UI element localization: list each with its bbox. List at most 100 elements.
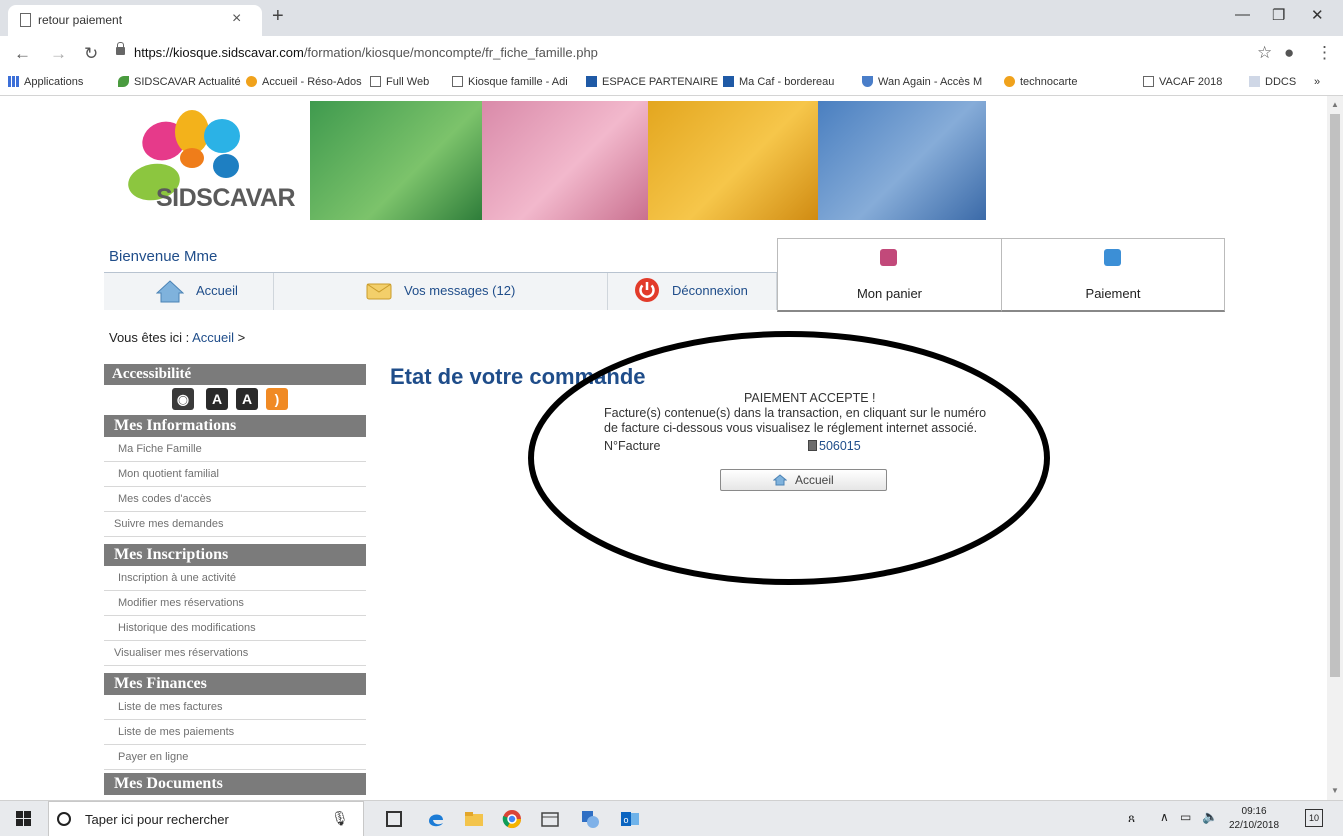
my-registrations-header: Mes Inscriptions bbox=[104, 544, 366, 566]
file-explorer-icon[interactable] bbox=[464, 809, 484, 829]
microphone-icon[interactable]: 🎙 bbox=[331, 810, 349, 827]
site-icon bbox=[723, 76, 734, 87]
sidebar-item-requests[interactable]: Suivre mes demandes bbox=[104, 512, 366, 537]
document-icon bbox=[1143, 76, 1154, 87]
document-icon bbox=[452, 76, 463, 87]
scroll-thumb[interactable] bbox=[1330, 114, 1340, 677]
sidebar-item-access-codes[interactable]: Mes codes d'accès bbox=[104, 487, 366, 512]
site-icon bbox=[862, 76, 873, 87]
bookmark-item[interactable]: Kiosque famille - Adi bbox=[452, 76, 568, 88]
url-field[interactable]: https://kiosque.sidscavar.com/formation/… bbox=[134, 45, 598, 60]
bookmark-item[interactable]: Applications bbox=[8, 76, 83, 88]
scroll-up-icon[interactable]: ▲ bbox=[1331, 100, 1339, 109]
breadcrumb-home-link[interactable]: Accueil bbox=[192, 330, 234, 345]
site-icon bbox=[1249, 76, 1260, 87]
my-finances-header: Mes Finances bbox=[104, 673, 366, 695]
bookmark-item[interactable]: Full Web bbox=[370, 76, 429, 88]
bookmarks-overflow[interactable]: » bbox=[1314, 76, 1320, 88]
site-logo[interactable]: SIDSCAVAR bbox=[104, 96, 312, 232]
cortana-icon bbox=[57, 812, 71, 826]
window-app-icon[interactable] bbox=[540, 809, 560, 829]
bookmark-item[interactable]: VACAF 2018 bbox=[1143, 76, 1222, 88]
forward-icon[interactable]: → bbox=[50, 44, 67, 64]
notification-icon[interactable]: 10 bbox=[1305, 809, 1323, 827]
svg-text:o: o bbox=[623, 815, 628, 825]
back-icon[interactable]: ← bbox=[14, 44, 31, 64]
sidebar-item-invoices[interactable]: Liste de mes factures bbox=[104, 695, 366, 720]
sidebar-item-payments[interactable]: Liste de mes paiements bbox=[104, 720, 366, 745]
sidebar-item-view-reservations[interactable]: Visualiser mes réservations bbox=[104, 641, 366, 666]
sidebar-item-edit-reservations[interactable]: Modifier mes réservations bbox=[104, 591, 366, 616]
banner-photo-seniors bbox=[818, 101, 986, 220]
sidebar-item-family-file[interactable]: Ma Fiche Famille bbox=[104, 437, 366, 462]
network-icon[interactable]: ▭ bbox=[1180, 810, 1191, 824]
bookmark-item[interactable]: Ma Caf - bordereau bbox=[723, 76, 834, 88]
document-icon bbox=[20, 13, 31, 27]
accessibility-header: Accessibilité bbox=[104, 364, 366, 385]
bookmark-item[interactable]: Wan Again - Accès M bbox=[862, 76, 982, 88]
profile-icon[interactable]: ● bbox=[1284, 43, 1294, 63]
banner-photo-family bbox=[482, 101, 648, 220]
bookmark-item[interactable]: Accueil - Réso-Ados bbox=[246, 76, 362, 88]
tray-chevron-icon[interactable]: ∧ bbox=[1160, 810, 1169, 824]
edge-icon[interactable] bbox=[426, 809, 446, 829]
page-scrollbar[interactable]: ▲ ▼ bbox=[1327, 96, 1343, 800]
tab-close-icon[interactable]: × bbox=[232, 10, 241, 28]
font-decrease-icon[interactable]: A bbox=[206, 388, 228, 410]
browser-tab-strip: retour paiement × + — ❐ ✕ bbox=[0, 0, 1343, 36]
taskbar-search[interactable]: Taper ici pour rechercher 🎙 bbox=[48, 801, 364, 836]
windows-start-icon[interactable] bbox=[16, 811, 31, 826]
nav-messages-tab[interactable]: Vos messages (12) bbox=[274, 273, 608, 310]
bookmark-item[interactable]: ESPACE PARTENAIRE bbox=[586, 76, 718, 88]
chrome-icon[interactable] bbox=[502, 809, 522, 829]
nav-home-tab[interactable]: Accueil bbox=[104, 273, 274, 310]
close-window-icon[interactable]: ✕ bbox=[1311, 6, 1324, 24]
task-view-icon[interactable] bbox=[386, 811, 402, 827]
menu-icon[interactable]: ⋮ bbox=[1316, 43, 1333, 63]
site-icon bbox=[586, 76, 597, 87]
sidebar-item-quotient[interactable]: Mon quotient familial bbox=[104, 462, 366, 487]
scroll-down-icon[interactable]: ▼ bbox=[1331, 786, 1339, 795]
my-information-header: Mes Informations bbox=[104, 415, 366, 437]
reload-icon[interactable]: ↻ bbox=[84, 44, 98, 64]
bookmark-star-icon[interactable]: ☆ bbox=[1257, 43, 1272, 63]
outlook-icon[interactable]: o bbox=[620, 809, 640, 829]
cart-icon bbox=[880, 249, 897, 266]
sidebar-item-pay-online[interactable]: Payer en ligne bbox=[104, 745, 366, 770]
site-icon bbox=[246, 76, 257, 87]
nav-payment-tab[interactable]: Paiement bbox=[1001, 238, 1225, 312]
url-host: https://kiosque.sidscavar.com bbox=[134, 45, 304, 60]
welcome-message: Bienvenue Mme bbox=[109, 248, 218, 265]
browser-tab[interactable]: retour paiement × bbox=[8, 5, 262, 36]
system-clock[interactable]: 09:16 22/10/2018 bbox=[1229, 805, 1279, 833]
site-icon bbox=[1004, 76, 1015, 87]
sidebar-item-activity-registration[interactable]: Inscription à une activité bbox=[104, 566, 366, 591]
font-increase-icon[interactable]: A bbox=[236, 388, 258, 410]
rss-icon[interactable]: ) bbox=[266, 388, 288, 410]
lock-icon bbox=[116, 42, 125, 55]
page: SIDSCAVAR Bienvenue Mme Accueil Vos mess… bbox=[104, 96, 1228, 800]
my-documents-header: Mes Documents bbox=[104, 773, 366, 795]
document-icon bbox=[370, 76, 381, 87]
people-tray-icon[interactable]: ጸ bbox=[1128, 811, 1135, 826]
nav-logout-tab[interactable]: Déconnexion bbox=[608, 273, 777, 310]
eye-icon[interactable]: ◉ bbox=[172, 388, 194, 410]
bookmark-item[interactable]: technocarte bbox=[1004, 76, 1077, 88]
restore-icon[interactable]: ❐ bbox=[1272, 6, 1285, 24]
bookmark-item[interactable]: SIDSCAVAR Actualité bbox=[118, 76, 241, 88]
windows-taskbar: Taper ici pour rechercher 🎙 o ጸ ∧ ▭ 🔈 09… bbox=[0, 800, 1343, 836]
tab-title: retour paiement bbox=[38, 13, 123, 27]
nav-cart-tab[interactable]: Mon panier bbox=[777, 238, 1001, 312]
breadcrumb: Vous êtes ici : Accueil > bbox=[109, 330, 246, 345]
bookmark-item[interactable]: DDCS bbox=[1249, 76, 1296, 88]
sidebar-item-history[interactable]: Historique des modifications bbox=[104, 616, 366, 641]
apps-icon bbox=[8, 76, 19, 87]
new-tab-button[interactable]: + bbox=[272, 5, 284, 28]
bookmarks-bar: Applications SIDSCAVAR Actualité Accueil… bbox=[0, 70, 1343, 96]
volume-icon[interactable]: 🔈 bbox=[1202, 809, 1218, 825]
envelope-icon bbox=[366, 281, 392, 304]
credit-card-icon bbox=[1104, 249, 1121, 266]
minimize-icon[interactable]: — bbox=[1235, 6, 1250, 23]
people-app-icon[interactable] bbox=[580, 809, 600, 829]
page-viewport: SIDSCAVAR Bienvenue Mme Accueil Vos mess… bbox=[0, 96, 1343, 800]
